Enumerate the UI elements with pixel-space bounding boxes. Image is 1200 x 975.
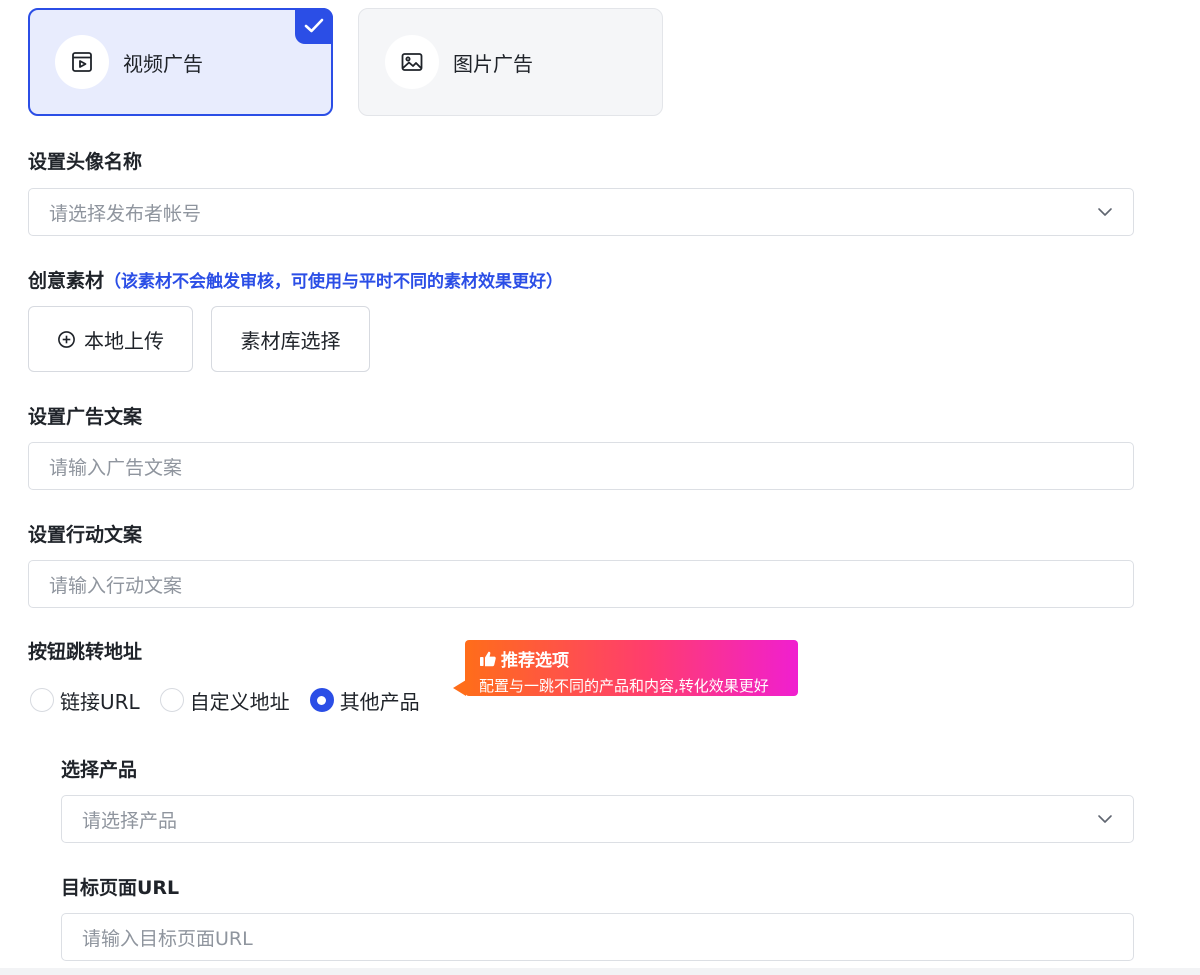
image-ad-label: 图片广告 — [453, 51, 533, 76]
image-ad-card[interactable]: 图片广告 — [358, 8, 663, 116]
recommend-badge-subtitle: 配置与一跳不同的产品和内容,转化效果更好 — [479, 677, 769, 695]
avatar-name-label: 设置头像名称 — [28, 151, 143, 173]
product-select[interactable]: 请选择产品 — [61, 795, 1134, 843]
ad-copy-input[interactable]: 请输入广告文案 — [28, 442, 1134, 490]
checkmark-icon — [295, 8, 333, 44]
video-ad-card[interactable]: 视频广告 — [28, 8, 333, 116]
action-copy-input[interactable]: 请输入行动文案 — [28, 560, 1134, 608]
creative-material-title: 创意素材 — [28, 270, 105, 292]
library-select-button[interactable]: 素材库选择 — [211, 306, 370, 372]
select-product-label: 选择产品 — [61, 759, 138, 781]
video-ad-label: 视频广告 — [123, 51, 203, 76]
creative-material-label: 创意素材（该素材不会触发审核，可使用与平时不同的素材效果更好） — [28, 266, 563, 293]
radio-other-product-label: 其他产品 — [339, 689, 420, 714]
thumbs-up-icon — [480, 651, 496, 666]
local-upload-button[interactable]: 本地上传 — [28, 306, 193, 372]
recommend-badge-title: 推荐选项 — [501, 651, 569, 671]
product-select-placeholder: 请选择产品 — [82, 809, 178, 832]
plus-circle-icon — [58, 330, 75, 348]
ad-copy-label: 设置广告文案 — [28, 406, 143, 428]
radio-link-url[interactable]: 链接URL — [30, 686, 140, 715]
chevron-down-icon — [1098, 208, 1112, 216]
publisher-account-select[interactable]: 请选择发布者帐号 — [28, 188, 1134, 236]
image-icon — [385, 35, 439, 89]
action-copy-placeholder: 请输入行动文案 — [49, 574, 183, 597]
action-copy-label: 设置行动文案 — [28, 524, 143, 546]
local-upload-label: 本地上传 — [84, 328, 164, 353]
jump-address-radio-group: 链接URL 自定义地址 其他产品 — [30, 684, 440, 716]
video-file-icon — [55, 35, 109, 89]
radio-custom-address-label: 自定义地址 — [189, 689, 290, 714]
jump-address-label: 按钮跳转地址 — [28, 641, 143, 663]
ad-copy-placeholder: 请输入广告文案 — [49, 456, 183, 479]
library-select-label: 素材库选择 — [240, 328, 341, 353]
publisher-account-placeholder: 请选择发布者帐号 — [49, 202, 202, 225]
recommend-badge: 推荐选项 配置与一跳不同的产品和内容,转化效果更好 — [465, 640, 798, 696]
radio-custom-address[interactable]: 自定义地址 — [159, 686, 290, 715]
radio-link-url-circle[interactable] — [30, 688, 54, 712]
target-url-input[interactable]: 请输入目标页面URL — [61, 913, 1134, 961]
bottom-divider — [0, 968, 1200, 975]
radio-other-product-circle[interactable] — [309, 688, 334, 712]
target-url-label: 目标页面URL — [61, 877, 180, 899]
radio-other-product[interactable]: 其他产品 — [309, 686, 420, 715]
radio-link-url-label: 链接URL — [60, 689, 140, 714]
target-url-placeholder: 请输入目标页面URL — [82, 927, 253, 950]
radio-custom-address-circle[interactable] — [159, 688, 184, 712]
creative-material-hint: （该素材不会触发审核，可使用与平时不同的素材效果更好） — [104, 272, 564, 292]
chevron-down-icon — [1098, 815, 1112, 823]
